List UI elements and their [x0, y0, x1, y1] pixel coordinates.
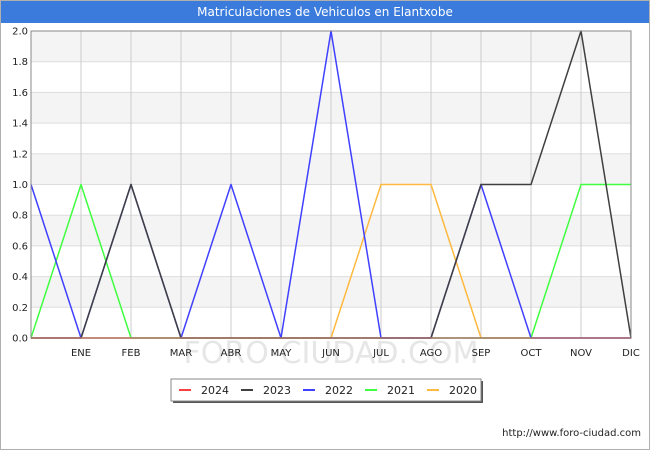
source-url: http://www.foro-ciudad.com — [502, 428, 641, 439]
x-tick-label: FEB — [122, 348, 141, 359]
x-tick-label: ENE — [71, 348, 91, 359]
y-axis-ticks: 0.0 0.2 0.4 0.6 0.8 1.0 1.2 1.4 1.6 1.8 2.0 — [12, 27, 28, 345]
y-tick-label: 1.8 — [12, 57, 28, 68]
x-tick-label: SEP — [472, 348, 491, 359]
x-tick-label: DIC — [622, 348, 640, 359]
x-tick-label: OCT — [521, 348, 543, 359]
x-tick-label: MAY — [271, 348, 293, 359]
y-tick-label: 1.2 — [12, 149, 28, 160]
y-tick-label: 0.4 — [12, 272, 28, 283]
y-tick-label: 2.0 — [12, 27, 28, 38]
y-tick-label: 1.4 — [12, 119, 28, 130]
legend-label-2020: 2020 — [449, 384, 477, 397]
legend-label-2021: 2021 — [387, 384, 415, 397]
x-tick-label: AGO — [420, 348, 442, 359]
legend-label-2022: 2022 — [325, 384, 353, 397]
x-tick-label: ABR — [221, 348, 242, 359]
y-tick-label: 1.0 — [12, 180, 28, 191]
legend: 2024 2023 2022 2021 2020 — [170, 378, 483, 403]
line-chart: FORO-CIUDAD.COM 0.00.20.40.60.81.01.21.4… — [12, 27, 640, 403]
x-tick-label: JUL — [372, 348, 389, 359]
y-tick-label: 0.6 — [12, 241, 28, 252]
x-tick-label: NOV — [570, 348, 592, 359]
x-tick-label: MAR — [170, 348, 192, 359]
chart-frame: Matriculaciones de Vehiculos en Elantxob… — [0, 0, 650, 450]
y-tick-label: 1.6 — [12, 88, 28, 99]
y-tick-label: 0.8 — [12, 211, 28, 222]
x-tick-label: JUN — [321, 348, 340, 359]
legend-label-2023: 2023 — [263, 384, 291, 397]
y-tick-label: 0.0 — [12, 334, 28, 345]
y-tick-label: 0.2 — [12, 303, 28, 314]
legend-label-2024: 2024 — [201, 384, 229, 397]
